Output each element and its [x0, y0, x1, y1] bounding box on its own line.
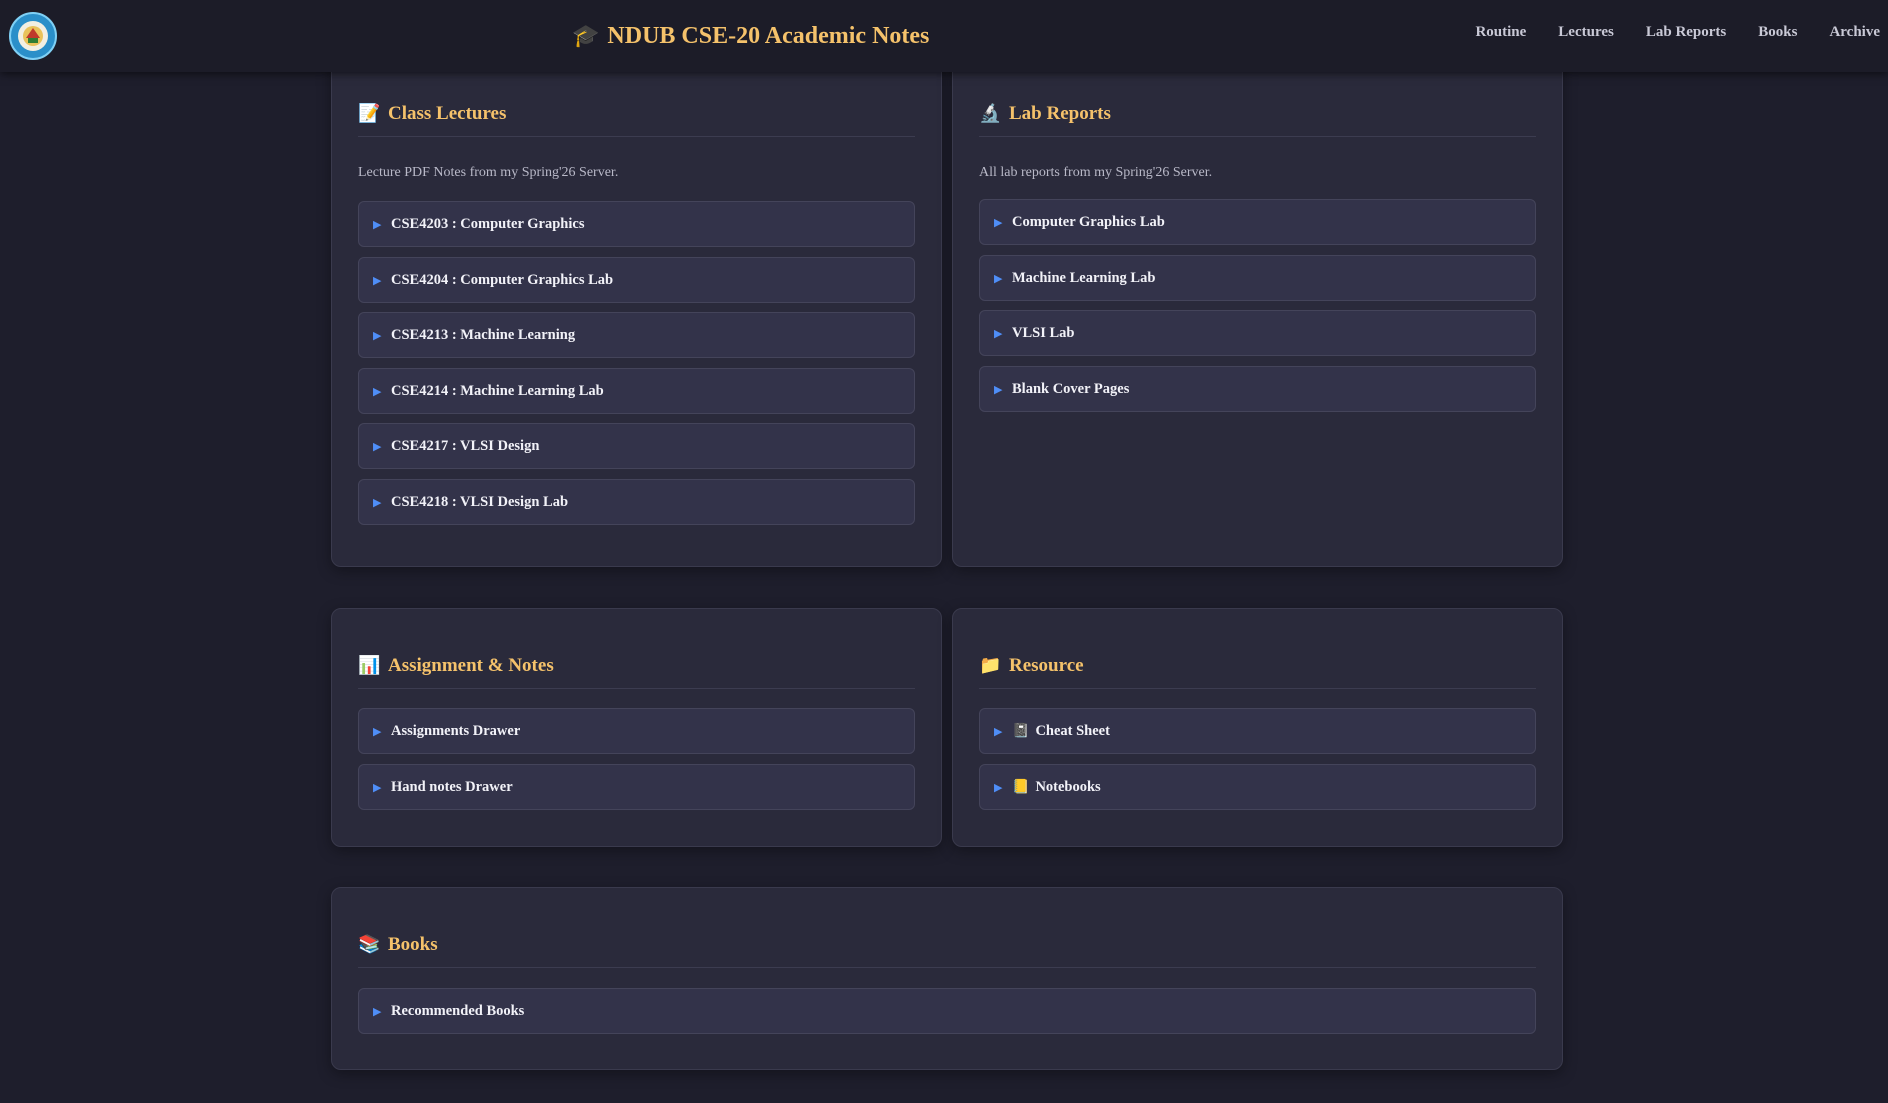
lab-reports-heading: 🔬 Lab Reports [979, 97, 1536, 137]
expand-arrow-icon: ▶ [994, 725, 1003, 738]
university-logo[interactable] [9, 12, 57, 60]
lecture-item-cse4217[interactable]: ▶ CSE4217 : VLSI Design [358, 423, 915, 469]
graduation-cap-icon: 🎓 [572, 23, 600, 48]
lecture-item-label: CSE4217 : VLSI Design [391, 437, 540, 454]
lecture-item-label: CSE4218 : VLSI Design Lab [391, 493, 569, 510]
top-navbar: 🎓 NDUB CSE-20 Academic Notes Routine Lec… [0, 0, 1888, 72]
lab-item-label: Computer Graphics Lab [1012, 213, 1165, 230]
assignments-drawer-label: Assignments Drawer [391, 722, 521, 739]
main-nav: Routine Lectures Lab Reports Books Archi… [1475, 24, 1888, 41]
lecture-item-label: CSE4214 : Machine Learning Lab [391, 382, 604, 399]
lab-item-computer-graphics[interactable]: ▶ Computer Graphics Lab [979, 199, 1536, 245]
resource-title: Resource [1009, 654, 1084, 676]
books-title: Books [388, 933, 438, 955]
cheat-sheet-label: Cheat Sheet [1035, 722, 1110, 739]
expand-arrow-icon: ▶ [373, 218, 382, 231]
ledger-icon: 📒 [1012, 779, 1030, 795]
lab-item-blank-cover-pages[interactable]: ▶ Blank Cover Pages [979, 366, 1536, 412]
lab-reports-card: 🔬 Lab Reports All lab reports from my Sp… [952, 52, 1563, 567]
books-heading: 📚 Books [358, 928, 1536, 968]
nav-lab-reports[interactable]: Lab Reports [1646, 24, 1726, 41]
class-lectures-description: Lecture PDF Notes from my Spring'26 Serv… [358, 165, 619, 180]
resource-card: 📁 Resource ▶ 📓 Cheat Sheet ▶ 📒 Notebooks [952, 608, 1563, 847]
notebooks-item[interactable]: ▶ 📒 Notebooks [979, 764, 1536, 810]
lecture-item-cse4213[interactable]: ▶ CSE4213 : Machine Learning [358, 312, 915, 358]
expand-arrow-icon: ▶ [373, 1005, 382, 1018]
expand-arrow-icon: ▶ [373, 440, 382, 453]
lab-item-label: VLSI Lab [1012, 324, 1075, 341]
cheat-sheet-item[interactable]: ▶ 📓 Cheat Sheet [979, 708, 1536, 754]
expand-arrow-icon: ▶ [373, 496, 382, 509]
notebooks-label: Notebooks [1035, 778, 1101, 795]
lab-item-label: Machine Learning Lab [1012, 269, 1156, 286]
recommended-books-item[interactable]: ▶ Recommended Books [358, 988, 1536, 1034]
hand-notes-drawer-item[interactable]: ▶ Hand notes Drawer [358, 764, 915, 810]
site-title[interactable]: 🎓 NDUB CSE-20 Academic Notes [572, 18, 929, 54]
assignments-drawer-item[interactable]: ▶ Assignments Drawer [358, 708, 915, 754]
expand-arrow-icon: ▶ [994, 216, 1003, 229]
lecture-item-cse4204[interactable]: ▶ CSE4204 : Computer Graphics Lab [358, 257, 915, 303]
expand-arrow-icon: ▶ [373, 781, 382, 794]
nav-lectures[interactable]: Lectures [1558, 24, 1614, 41]
lab-reports-description: All lab reports from my Spring'26 Server… [979, 165, 1213, 180]
lecture-item-label: CSE4204 : Computer Graphics Lab [391, 271, 614, 288]
lab-item-vlsi[interactable]: ▶ VLSI Lab [979, 310, 1536, 356]
books-icon: 📚 [358, 934, 381, 954]
lecture-item-cse4203[interactable]: ▶ CSE4203 : Computer Graphics [358, 201, 915, 247]
expand-arrow-icon: ▶ [373, 725, 382, 738]
folder-icon: 📁 [979, 655, 1002, 675]
lecture-item-cse4218[interactable]: ▶ CSE4218 : VLSI Design Lab [358, 479, 915, 525]
microscope-icon: 🔬 [979, 103, 1002, 123]
lecture-item-label: CSE4213 : Machine Learning [391, 326, 576, 343]
class-lectures-title: Class Lectures [388, 102, 507, 124]
nav-routine[interactable]: Routine [1475, 24, 1526, 41]
nav-books[interactable]: Books [1758, 24, 1797, 41]
assignment-notes-heading: 📊 Assignment & Notes [358, 649, 915, 689]
expand-arrow-icon: ▶ [373, 329, 382, 342]
recommended-books-label: Recommended Books [391, 1002, 525, 1019]
expand-arrow-icon: ▶ [994, 383, 1003, 396]
hand-notes-drawer-label: Hand notes Drawer [391, 778, 513, 795]
assignment-notes-card: 📊 Assignment & Notes ▶ Assignments Drawe… [331, 608, 942, 847]
lab-item-machine-learning[interactable]: ▶ Machine Learning Lab [979, 255, 1536, 301]
memo-icon: 📝 [358, 103, 381, 123]
class-lectures-heading: 📝 Class Lectures [358, 97, 915, 137]
expand-arrow-icon: ▶ [373, 274, 382, 287]
site-title-text: NDUB CSE-20 Academic Notes [607, 22, 930, 49]
lab-item-label: Blank Cover Pages [1012, 380, 1130, 397]
expand-arrow-icon: ▶ [994, 781, 1003, 794]
lab-reports-title: Lab Reports [1009, 102, 1111, 124]
notebook-icon: 📓 [1012, 723, 1030, 739]
expand-arrow-icon: ▶ [994, 327, 1003, 340]
nav-archive[interactable]: Archive [1829, 24, 1880, 41]
expand-arrow-icon: ▶ [373, 385, 382, 398]
bar-chart-icon: 📊 [358, 655, 381, 675]
assignment-notes-title: Assignment & Notes [388, 654, 554, 676]
books-card: 📚 Books ▶ Recommended Books [331, 887, 1563, 1070]
expand-arrow-icon: ▶ [994, 272, 1003, 285]
lecture-item-cse4214[interactable]: ▶ CSE4214 : Machine Learning Lab [358, 368, 915, 414]
lecture-item-label: CSE4203 : Computer Graphics [391, 215, 585, 232]
resource-heading: 📁 Resource [979, 649, 1536, 689]
class-lectures-card: 📝 Class Lectures Lecture PDF Notes from … [331, 52, 942, 567]
